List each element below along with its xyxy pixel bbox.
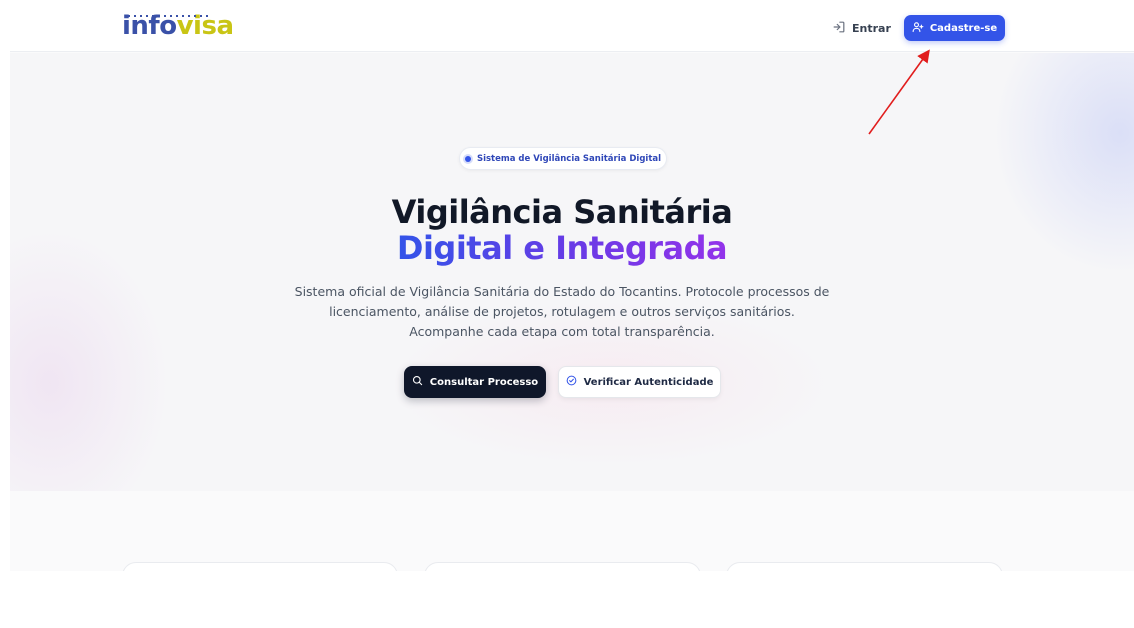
verify-authenticity-button[interactable]: Verificar Autenticidade bbox=[558, 366, 721, 398]
feature-card bbox=[726, 562, 1003, 571]
hero-title-line2: Digital e Integrada bbox=[10, 229, 1114, 267]
feature-card bbox=[122, 562, 398, 571]
badge-label: Sistema de Vigilância Sanitária Digital bbox=[476, 153, 662, 164]
hero-title-gradient-text: Digital e Integrada bbox=[396, 229, 728, 267]
login-link[interactable]: Entrar bbox=[832, 17, 891, 39]
login-icon bbox=[832, 20, 846, 37]
feature-card bbox=[424, 562, 701, 571]
site-header: infovisa Entrar Cadastre-se bbox=[10, 0, 1134, 52]
login-label: Entrar bbox=[852, 21, 891, 35]
user-plus-icon bbox=[912, 21, 924, 36]
hero-title-line1: Vigilância Sanitária bbox=[391, 193, 733, 231]
verify-authenticity-label: Verificar Autenticidade bbox=[583, 376, 714, 388]
hero-section: Sistema de Vigilância Sanitária Digital … bbox=[10, 53, 1134, 491]
search-icon bbox=[412, 375, 423, 389]
page-viewport: infovisa Entrar Cadastre-se Sistema de V… bbox=[10, 0, 1134, 571]
signup-button[interactable]: Cadastre-se bbox=[904, 15, 1005, 41]
hero-badge: Sistema de Vigilância Sanitária Digital bbox=[459, 147, 667, 170]
consult-process-label: Consultar Processo bbox=[429, 376, 539, 388]
signup-label: Cadastre-se bbox=[929, 22, 998, 34]
hero-description: Sistema oficial de Vigilância Sanitária … bbox=[294, 284, 830, 339]
infovisa-logo[interactable]: infovisa bbox=[122, 11, 234, 41]
badge-dot-icon bbox=[464, 155, 471, 162]
logo-dots-decoration bbox=[128, 15, 210, 17]
check-circle-icon bbox=[566, 375, 577, 389]
consult-process-button[interactable]: Consultar Processo bbox=[404, 366, 546, 398]
